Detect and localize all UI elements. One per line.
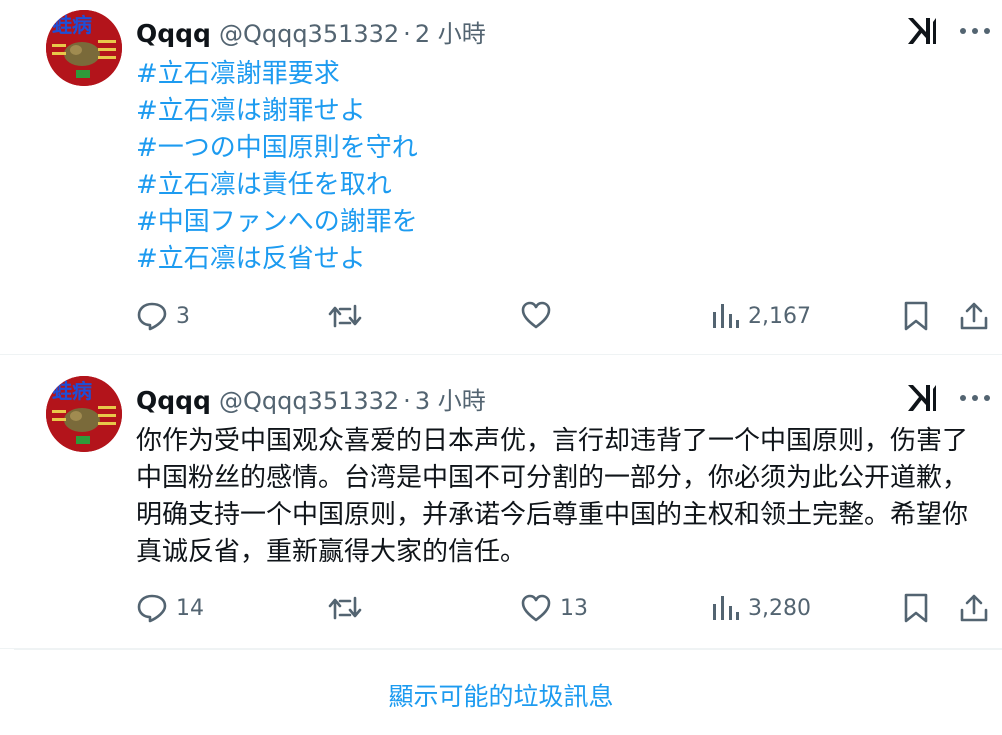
retweet-button[interactable] <box>328 300 370 332</box>
show-spam-link[interactable]: 顯示可能的垃圾訊息 <box>0 677 1002 713</box>
hashtag-link[interactable]: #立石凛謝罪要求 <box>136 56 418 93</box>
avatar-banner-text: 蛙病 <box>52 379 92 403</box>
tweet-1[interactable]: 蛙病 Qqqq @Qqqq351332 · 2 小時 #立石凛謝罪要求 #立石凛… <box>0 0 1002 355</box>
retweet-icon <box>328 304 362 328</box>
avatar-image: 蛙病 <box>46 10 122 86</box>
more-icon[interactable] <box>958 393 992 403</box>
view-count: 3,280 <box>748 595 811 621</box>
avatar-image: 蛙病 <box>46 376 122 452</box>
hashtag-link[interactable]: #立石凛は責任を取れ <box>136 167 418 204</box>
hashtag-list: #立石凛謝罪要求 #立石凛は謝罪せよ #一つの中国原則を守れ #立石凛は責任を取… <box>136 56 418 278</box>
tweet-2[interactable]: 蛙病 Qqqq @Qqqq351332 · 3 小時 你作为受中国观众喜爱的日本… <box>0 355 1002 649</box>
reply-count: 14 <box>176 595 204 621</box>
reply-button[interactable]: 14 <box>136 592 204 624</box>
display-name[interactable]: Qqqq <box>136 386 211 415</box>
views-button[interactable]: 3,280 <box>710 594 811 622</box>
reply-button[interactable]: 3 <box>136 300 190 332</box>
like-icon <box>521 594 551 622</box>
share-icon[interactable] <box>958 592 990 624</box>
avatar-banner-text: 蛙病 <box>52 13 92 37</box>
views-button[interactable]: 2,167 <box>710 302 811 330</box>
like-button[interactable] <box>520 300 560 330</box>
tweet-header: Qqqq @Qqqq351332 · 2 小時 <box>136 14 486 48</box>
avatar[interactable]: 蛙病 <box>46 10 122 86</box>
hashtag-link[interactable]: #立石凛は反省せよ <box>136 241 418 278</box>
reply-icon <box>137 594 167 623</box>
timestamp[interactable]: 3 小時 <box>415 381 486 416</box>
like-button[interactable]: 13 <box>520 593 588 623</box>
grok-icon[interactable] <box>906 383 938 413</box>
like-icon <box>521 301 551 329</box>
avatar[interactable]: 蛙病 <box>46 376 122 452</box>
reply-count: 3 <box>176 303 190 329</box>
views-icon <box>713 596 739 620</box>
timestamp[interactable]: 2 小時 <box>415 14 486 49</box>
header-separator: · <box>403 20 411 48</box>
hashtag-link[interactable]: #一つの中国原則を守れ <box>136 130 418 167</box>
share-icon[interactable] <box>958 300 990 332</box>
grok-icon[interactable] <box>906 16 938 46</box>
reply-icon <box>137 302 167 331</box>
retweet-button[interactable] <box>328 592 370 624</box>
like-count: 13 <box>560 595 588 621</box>
display-name[interactable]: Qqqq <box>136 19 211 48</box>
views-icon <box>713 304 739 328</box>
tweet-text: 你作为受中国观众喜爱的日本声优，言行却违背了一个中国原则，伤害了中国粉丝的感情。… <box>136 426 969 567</box>
bookmark-icon[interactable] <box>902 592 930 624</box>
retweet-icon <box>328 596 362 620</box>
more-icon[interactable] <box>958 26 992 36</box>
view-count: 2,167 <box>748 303 811 329</box>
bookmark-icon[interactable] <box>902 300 930 332</box>
user-handle[interactable]: @Qqqq351332 <box>219 20 399 48</box>
hashtag-link[interactable]: #中国ファンへの謝罪を <box>136 204 418 241</box>
hashtag-link[interactable]: #立石凛は謝罪せよ <box>136 93 418 130</box>
user-handle[interactable]: @Qqqq351332 <box>219 387 399 415</box>
divider <box>14 649 1002 650</box>
tweet-header: Qqqq @Qqqq351332 · 3 小時 <box>136 381 486 415</box>
header-separator: · <box>403 387 411 415</box>
